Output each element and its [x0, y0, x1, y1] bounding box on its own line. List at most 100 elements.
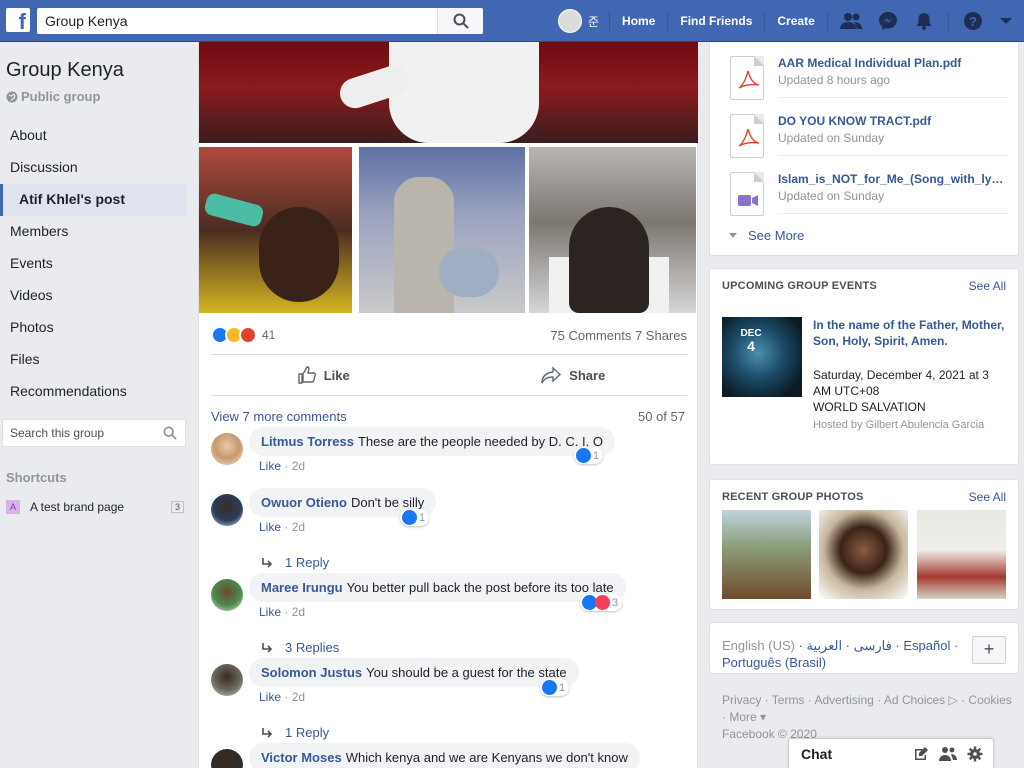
event-host: Hosted by Gilbert Abulencia Garcia: [813, 419, 985, 431]
comment-like-link[interactable]: Like: [259, 690, 281, 704]
brand-page-icon: A: [6, 500, 20, 514]
group-photo-thumbnail[interactable]: [819, 510, 908, 599]
comments-shares-count[interactable]: 75 Comments 7 Shares: [550, 328, 687, 343]
event-cover-image[interactable]: DEC 4: [722, 317, 802, 397]
comment-like-link[interactable]: Like: [259, 605, 281, 619]
menu-item-photos[interactable]: Photos: [0, 312, 192, 344]
reaction-count[interactable]: 41: [262, 328, 275, 342]
comment-text: You should be a guest for the state: [366, 665, 567, 680]
friend-requests-icon[interactable]: [839, 12, 862, 30]
group-photo-thumbnail[interactable]: [722, 510, 811, 599]
menu-item-events[interactable]: Events: [0, 248, 192, 280]
menu-item-files[interactable]: Files: [0, 344, 192, 376]
find-friends-link[interactable]: Find Friends: [668, 14, 764, 28]
view-replies-link[interactable]: 1 Reply: [261, 555, 329, 570]
angry-reaction-icon[interactable]: [239, 326, 257, 344]
menu-item-members[interactable]: Members: [0, 216, 192, 248]
love-reaction-icon: [595, 595, 610, 610]
menu-item-recommendations[interactable]: Recommendations: [0, 376, 192, 408]
language-list: English (US) · فارسی · العربية · Español…: [722, 637, 962, 671]
messenger-icon[interactable]: [878, 11, 898, 31]
event-title-link[interactable]: In the name of the Father, Mother, Son, …: [813, 317, 1008, 349]
menu-item-discussion[interactable]: Discussion: [0, 152, 192, 184]
commenter-name[interactable]: Solomon Justus: [261, 665, 362, 680]
footer-links-text[interactable]: Privacy · Terms · Advertising · Ad Choic…: [722, 693, 1012, 724]
share-button[interactable]: Share: [449, 356, 699, 394]
shortcut-count-badge: 3: [170, 501, 184, 513]
commenter-name[interactable]: Maree Irungu: [261, 580, 343, 595]
commenter-avatar[interactable]: [211, 494, 243, 526]
commenter-name[interactable]: Owuor Otieno: [261, 495, 347, 510]
view-replies-link[interactable]: 1 Reply: [261, 725, 329, 740]
view-more-comments-link[interactable]: View 7 more comments: [211, 409, 347, 424]
create-group-icon[interactable]: [939, 746, 957, 762]
pdf-file-icon: [730, 114, 764, 158]
post-photo-2[interactable]: [359, 147, 525, 313]
global-search-box[interactable]: Group Kenya: [37, 8, 483, 34]
commenter-avatar[interactable]: [211, 579, 243, 611]
comment-reactions[interactable]: 3: [580, 594, 623, 611]
thumbs-up-icon: [298, 366, 316, 384]
group-menu: About Discussion Atif Khlel's post Membe…: [0, 120, 192, 408]
group-search-input[interactable]: Search this group: [2, 419, 186, 447]
commenter-avatar[interactable]: [211, 433, 243, 465]
commenter-name[interactable]: Litmus Torress: [261, 434, 354, 449]
commenter-avatar[interactable]: [211, 749, 243, 768]
notifications-bell-icon[interactable]: [914, 11, 934, 31]
chat-label[interactable]: Chat: [801, 746, 832, 762]
events-see-all-link[interactable]: See All: [969, 279, 1006, 293]
group-name[interactable]: Group Kenya: [6, 59, 124, 82]
more-languages-button[interactable]: +: [972, 636, 1006, 664]
post-photo-main[interactable]: [199, 42, 698, 143]
file-name[interactable]: AAR Medical Individual Plan.pdf: [778, 56, 1006, 70]
commenter-name[interactable]: Victor Moses: [261, 750, 342, 765]
comment-reactions[interactable]: 1: [540, 679, 570, 696]
file-name[interactable]: DO YOU KNOW TRACT.pdf: [778, 114, 1006, 128]
comment-time[interactable]: · 2d: [284, 520, 305, 534]
commenter-avatar[interactable]: [211, 664, 243, 696]
comment-time[interactable]: · 2d: [284, 690, 305, 704]
comment-like-link[interactable]: Like: [259, 520, 281, 534]
reply-count: 1 Reply: [285, 725, 330, 740]
menu-item-videos[interactable]: Videos: [0, 280, 192, 312]
files-see-more-link[interactable]: See More: [728, 228, 804, 243]
file-item[interactable]: Islam_is_NOT_for_Me_(Song_with_lyrics).m…: [728, 168, 1008, 226]
like-button[interactable]: Like: [199, 356, 449, 394]
comment-meta: Like · 2d: [259, 459, 305, 473]
menu-item-current-post[interactable]: Atif Khlel's post: [0, 184, 187, 216]
new-message-icon[interactable]: [913, 746, 929, 762]
shortcut-item[interactable]: A A test brand page 3: [6, 498, 184, 516]
file-item[interactable]: DO YOU KNOW TRACT.pdf Updated on Sunday: [728, 110, 1008, 168]
post-photo-1[interactable]: [199, 147, 352, 313]
top-navigation-bar: f Group Kenya 준 Home Find Friends Create…: [0, 0, 1024, 42]
chat-bar[interactable]: Chat: [788, 738, 994, 768]
home-link[interactable]: Home: [610, 14, 667, 28]
like-reaction-icon: [542, 680, 557, 695]
facebook-logo-icon[interactable]: f: [6, 8, 30, 32]
file-item[interactable]: AAR Medical Individual Plan.pdf Updated …: [728, 52, 1008, 110]
profile-name-link[interactable]: 준: [588, 13, 599, 30]
account-menu-caret-icon[interactable]: [999, 16, 1013, 26]
create-link[interactable]: Create: [765, 14, 826, 28]
help-icon[interactable]: ?: [963, 11, 983, 31]
global-search-input[interactable]: Group Kenya: [45, 13, 128, 29]
group-photo-thumbnail[interactable]: [917, 510, 1006, 599]
comment-reactions[interactable]: 1: [574, 447, 604, 464]
comment-text: Don't be silly: [350, 495, 425, 510]
photos-see-all-link[interactable]: See All: [969, 490, 1006, 504]
see-more-label: See More: [748, 228, 805, 243]
reply-arrow-icon: [262, 727, 273, 738]
profile-avatar[interactable]: [558, 9, 582, 33]
view-replies-link[interactable]: 3 Replies: [261, 640, 339, 655]
comment-reactions[interactable]: 1: [400, 509, 430, 526]
chat-settings-gear-icon[interactable]: [967, 746, 983, 762]
menu-item-about[interactable]: About: [0, 120, 192, 152]
comment-time[interactable]: · 2d: [284, 459, 305, 473]
search-button[interactable]: [437, 8, 483, 34]
search-icon[interactable]: [163, 426, 177, 440]
event-date-badge: DEC 4: [739, 329, 763, 354]
file-name[interactable]: Islam_is_NOT_for_Me_(Song_with_lyrics).m…: [778, 172, 1006, 186]
post-photo-3[interactable]: [529, 147, 696, 313]
comment-time[interactable]: · 2d: [284, 605, 305, 619]
comment-like-link[interactable]: Like: [259, 459, 281, 473]
